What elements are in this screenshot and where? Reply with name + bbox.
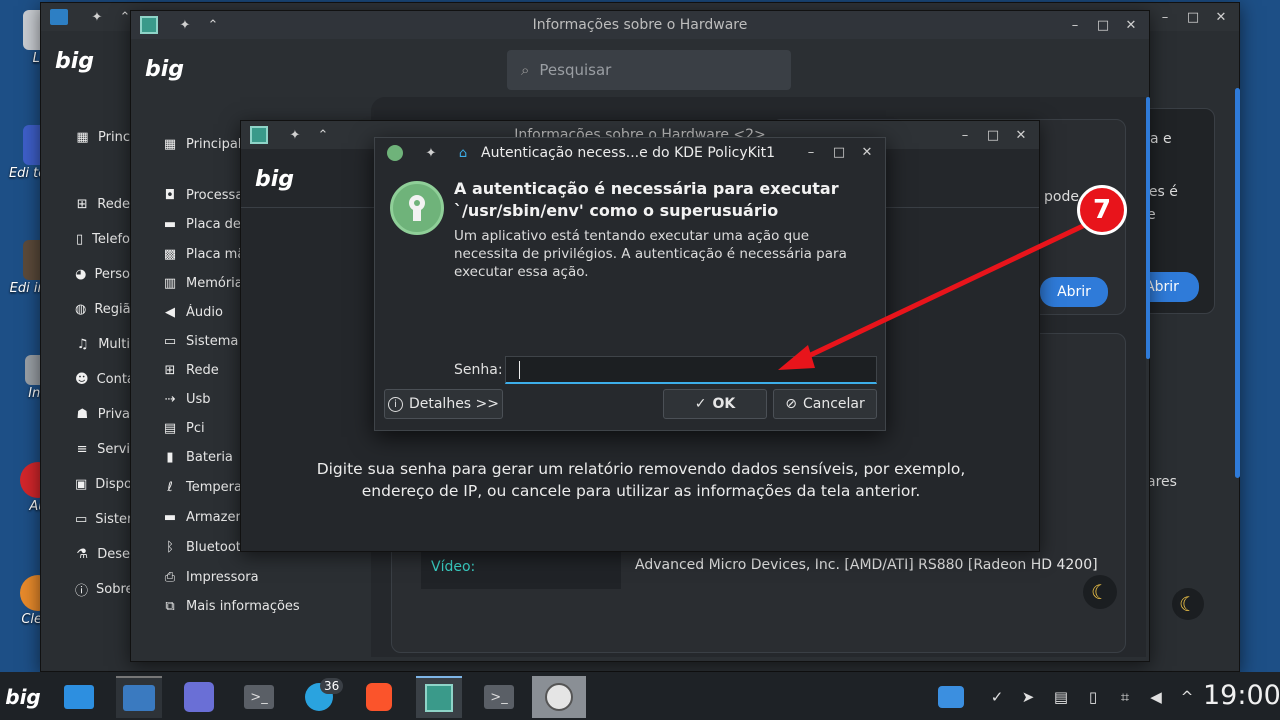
telegram-badge: 36 — [320, 678, 344, 694]
step-badge: 7 — [1077, 185, 1127, 235]
usb-drive-icon[interactable]: ▯ — [1082, 686, 1104, 708]
taskbar-terminal[interactable]: >_ — [236, 676, 282, 718]
updates-icon[interactable]: ✓ — [986, 686, 1008, 708]
clipboard-icon[interactable]: ▤ — [1050, 686, 1072, 708]
launcher-button[interactable]: big — [0, 676, 46, 718]
telegram-tray-icon[interactable]: ➤ — [1017, 686, 1039, 708]
taskbar-telegram[interactable]: 36 — [296, 676, 344, 718]
taskbar-polkit[interactable] — [532, 676, 586, 718]
big-launcher-icon: big — [5, 685, 41, 709]
taskbar-settings[interactable] — [116, 676, 162, 718]
annotation-arrow — [778, 222, 1088, 370]
store-icon — [184, 682, 214, 712]
brave-icon — [366, 683, 392, 711]
taskbar-brave[interactable] — [356, 676, 402, 718]
terminal-icon: >_ — [244, 685, 274, 709]
step-number: 7 — [1092, 195, 1112, 225]
taskbar-hardware-info[interactable] — [416, 676, 462, 718]
folder-icon — [64, 685, 94, 709]
tray-expand-icon[interactable]: ^ — [1176, 686, 1198, 708]
network-icon[interactable]: ⌗ — [1114, 686, 1136, 708]
clock[interactable]: 19:00 — [1203, 680, 1280, 711]
lock-icon — [545, 683, 573, 711]
hardware-info-icon — [425, 684, 453, 712]
volume-icon[interactable]: ◀ — [1145, 686, 1167, 708]
taskbar-files[interactable] — [56, 676, 102, 718]
taskbar-big-store[interactable] — [176, 676, 222, 718]
terminal-icon: >_ — [484, 685, 514, 709]
window-switcher-icon[interactable] — [936, 684, 966, 710]
settings-app-icon — [123, 685, 155, 711]
taskbar-terminal-2[interactable]: >_ — [476, 676, 522, 718]
